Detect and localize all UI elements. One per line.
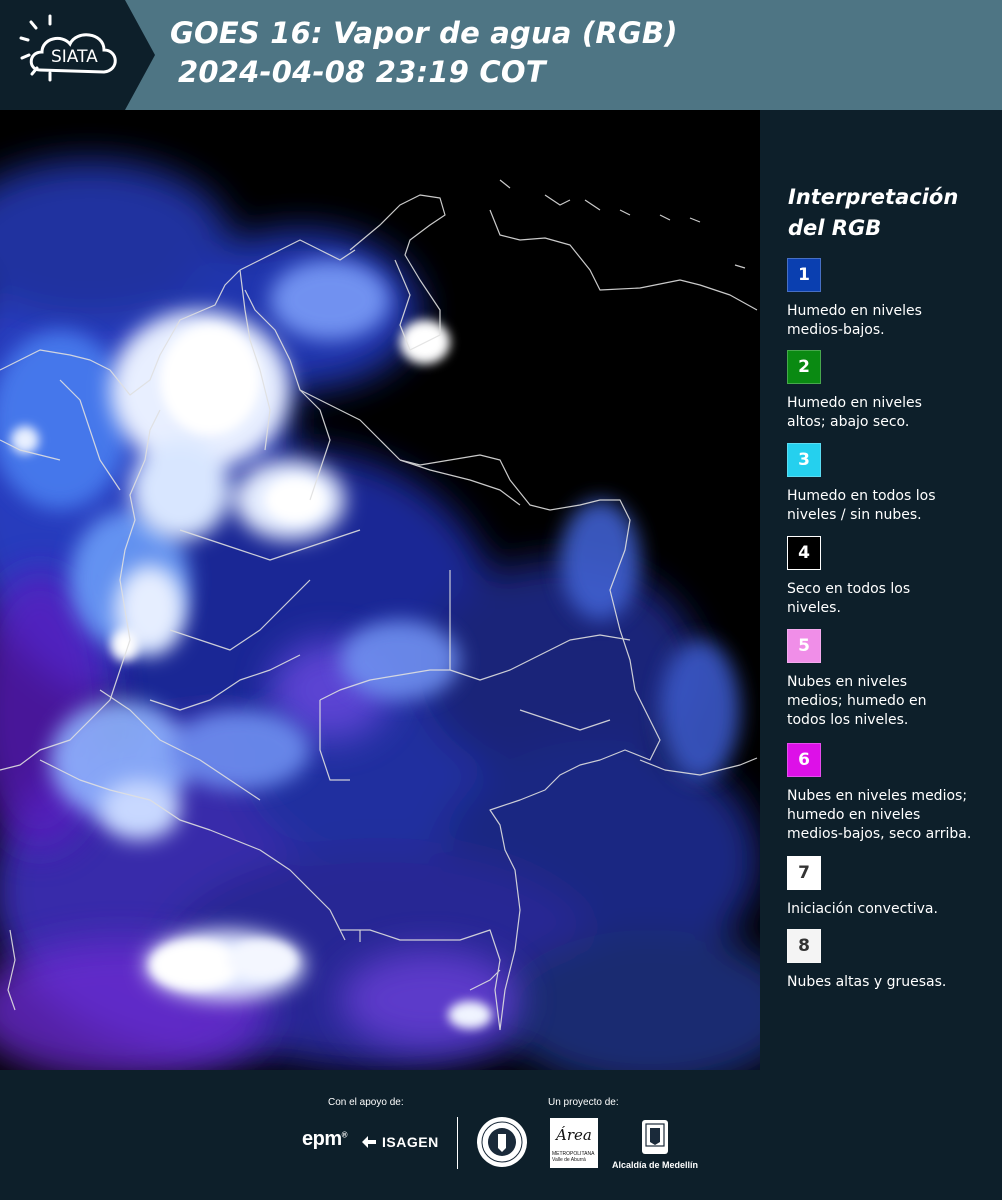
- footer-divider: [457, 1117, 458, 1169]
- isagen-icon: [362, 1136, 376, 1148]
- legend-item-4: 4 Seco en todos los niveles.: [787, 536, 997, 618]
- legend-swatch: 2: [787, 350, 821, 384]
- legend-item-6: 6 Nubes en niveles medios; humedo en nive…: [787, 743, 997, 844]
- legend-item-2: 2 Humedo en niveles altos; abajo seco.: [787, 350, 997, 432]
- legend-item-8: 8 Nubes altas y gruesas.: [787, 929, 997, 992]
- legend-swatch: 6: [787, 743, 821, 777]
- epm-logo: epm®: [302, 1128, 348, 1150]
- university-seal-icon: [477, 1117, 527, 1167]
- area-metropolitana-logo: Área METROPOLITANA Valle de Aburrá: [550, 1118, 598, 1168]
- header-bar: SIATA GOES 16: Vapor de agua (RGB) 2024-…: [0, 0, 1002, 110]
- satellite-map: [0, 110, 760, 1070]
- legend-description: Nubes altas y gruesas.: [787, 974, 947, 990]
- siata-logo-text: SIATA: [51, 47, 98, 67]
- footer: Con el apoyo de: Un proyecto de: epm® IS…: [0, 1070, 1002, 1200]
- legend-description: Humedo en niveles medios-bajos.: [787, 303, 922, 338]
- legend-swatch: 7: [787, 856, 821, 890]
- legend-swatch: 8: [787, 929, 821, 963]
- support-label: Con el apoyo de:: [328, 1097, 404, 1108]
- legend-item-3: 3 Humedo en todos los niveles / sin nubes…: [787, 443, 997, 525]
- water-vapor-image: [0, 110, 760, 1070]
- legend-item-1: 1 Humedo en niveles medios-bajos.: [787, 258, 997, 340]
- page-title: GOES 16: Vapor de agua (RGB): [170, 16, 678, 50]
- legend-description: Humedo en niveles altos; abajo seco.: [787, 395, 922, 430]
- area-metropolitana-text: METROPOLITANA Valle de Aburrá: [552, 1151, 595, 1163]
- isagen-logo-text: ISAGEN: [382, 1134, 439, 1150]
- project-label: Un proyecto de:: [548, 1097, 619, 1108]
- legend-swatch: 1: [787, 258, 821, 292]
- isagen-logo: ISAGEN: [360, 1133, 439, 1151]
- legend-swatch: 4: [787, 536, 821, 570]
- legend-description: Nubes en niveles medios; humedo en todos…: [787, 674, 927, 728]
- legend-description: Nubes en niveles medios; humedo en nivel…: [787, 788, 972, 842]
- legend-item-7: 7 Iniciación convectiva.: [787, 856, 997, 919]
- legend-swatch: 3: [787, 443, 821, 477]
- legend-title: Interpretación del RGB: [788, 185, 959, 240]
- alcaldia-logo-text: Alcaldía de Medellín: [612, 1160, 699, 1170]
- epm-logo-text: epm: [302, 1128, 342, 1150]
- legend-description: Humedo en todos los niveles / sin nubes.: [787, 488, 936, 523]
- legend-description: Iniciación convectiva.: [787, 901, 938, 917]
- legend-description: Seco en todos los niveles.: [787, 581, 911, 616]
- legend-panel: Interpretación del RGB 1 Humedo en nivele…: [760, 110, 1002, 1070]
- legend-item-5: 5 Nubes en niveles medios; humedo en todo…: [787, 629, 997, 730]
- area-script-text: Área: [556, 1126, 592, 1144]
- siata-logo: SIATA: [0, 0, 155, 110]
- legend-swatch: 5: [787, 629, 821, 663]
- page-timestamp: 2024-04-08 23:19 COT: [178, 55, 546, 89]
- medellin-shield-icon: [642, 1120, 668, 1154]
